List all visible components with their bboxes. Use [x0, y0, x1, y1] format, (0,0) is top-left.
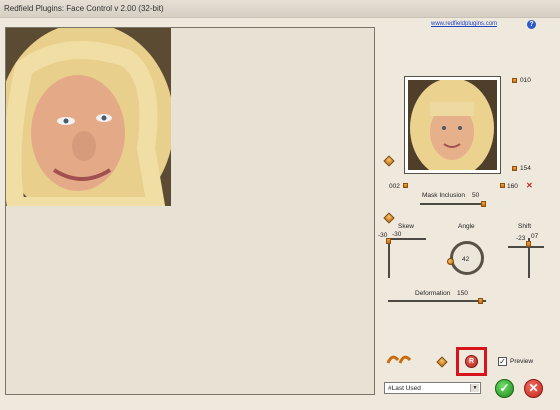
- preset-dropdown[interactable]: #Last Used ▼: [384, 382, 481, 394]
- preview-canvas[interactable]: [5, 27, 375, 395]
- chevron-down-icon[interactable]: ▼: [470, 384, 479, 392]
- preview-face-image: [6, 28, 171, 206]
- shift-label: Shift: [518, 223, 532, 230]
- ok-button[interactable]: ✓: [495, 379, 514, 398]
- shift-knob[interactable]: [526, 241, 531, 247]
- skew-value: -30: [392, 231, 402, 238]
- thumbnail-face-image: [408, 80, 497, 170]
- deformation-label: Deformation: [415, 290, 451, 297]
- preview-checkbox[interactable]: ✓: [498, 357, 507, 366]
- deformation-knob[interactable]: [478, 298, 483, 304]
- redraw-arrows-icon: [386, 355, 412, 364]
- mask-inclusion-knob[interactable]: [481, 201, 486, 207]
- mask-inclusion-value: 50: [472, 192, 480, 199]
- mask-inclusion-label: Mask Inclusion: [422, 192, 465, 199]
- angle-label: Angle: [458, 223, 475, 230]
- title-bar: Redfield Plugins: Face Control v 2.00 (3…: [0, 0, 560, 18]
- website-link[interactable]: www.redfieldplugins.com: [431, 21, 497, 27]
- bottom-crop-handle[interactable]: [512, 166, 517, 171]
- clear-crop-icon[interactable]: ✕: [526, 181, 533, 190]
- reset-button-highlight: R: [456, 347, 487, 376]
- thumbnail-image: [408, 80, 497, 170]
- top-crop-handle[interactable]: [512, 78, 517, 83]
- preview-label: Preview: [510, 358, 534, 365]
- shift-min-label: -23: [516, 235, 526, 242]
- deformation-value: 150: [457, 290, 468, 297]
- angle-knob[interactable]: [447, 258, 454, 265]
- redraw-arrows-button[interactable]: [386, 353, 412, 365]
- mask-inclusion-track[interactable]: [420, 203, 486, 205]
- left-crop-handle[interactable]: [403, 183, 408, 188]
- skew-vertical-track[interactable]: [388, 238, 390, 278]
- window-title: Redfield Plugins: Face Control v 2.00 (3…: [4, 4, 164, 13]
- skew-label: Skew: [398, 223, 414, 230]
- thumbnail-frame[interactable]: [404, 76, 501, 174]
- deformation-track[interactable]: [388, 300, 486, 302]
- question-icon[interactable]: ?: [527, 20, 536, 29]
- right-crop-value: 160: [507, 183, 518, 190]
- preview-image: [6, 28, 171, 206]
- angle-value: 42: [462, 256, 470, 263]
- shift-value: 07: [531, 233, 539, 240]
- left-crop-value: 002: [389, 183, 400, 190]
- top-crop-value: 010: [520, 77, 531, 84]
- skew-horizontal-track[interactable]: [388, 238, 426, 240]
- right-crop-handle[interactable]: [500, 183, 505, 188]
- preset-value: #Last Used: [388, 385, 421, 392]
- skew-knob[interactable]: [386, 238, 391, 244]
- reset-button[interactable]: R: [465, 355, 478, 368]
- bottom-crop-value: 154: [520, 165, 531, 172]
- cancel-button[interactable]: ✕: [524, 379, 543, 398]
